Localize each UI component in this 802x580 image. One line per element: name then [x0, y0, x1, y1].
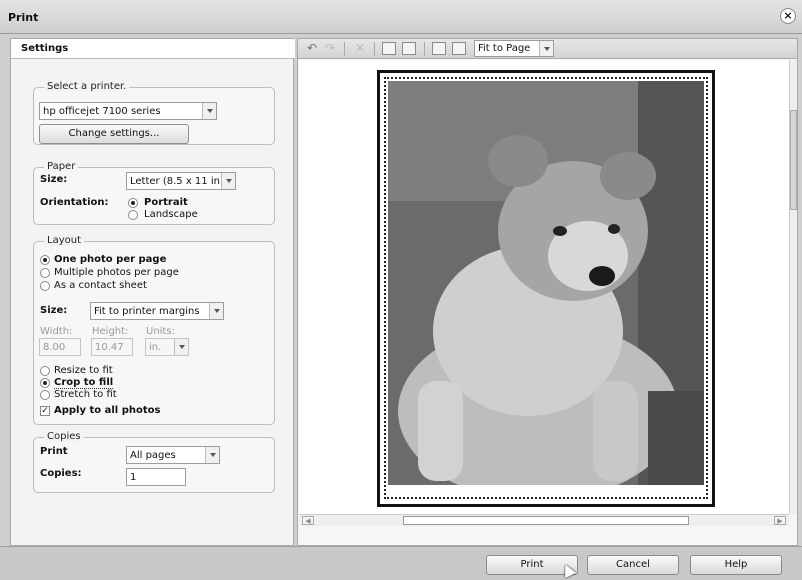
- preview-panel: ↶ ↷ ✕ Fit to Page ◀ ▶: [297, 38, 798, 546]
- layout-legend: Layout: [44, 235, 84, 246]
- chevron-down-icon[interactable]: [202, 103, 216, 119]
- apply-all-label: Apply to all photos: [54, 405, 161, 416]
- zoom-value: Fit to Page: [478, 43, 531, 54]
- units-select[interactable]: in.: [145, 338, 189, 356]
- chevron-down-icon[interactable]: [174, 339, 188, 355]
- width-value: 8.00: [43, 342, 66, 353]
- toolbar-separator: [424, 42, 425, 56]
- paper-size-value: Letter (8.5 x 11 in.): [130, 176, 228, 187]
- height-input[interactable]: 10.47: [91, 338, 133, 356]
- window-title: Print: [8, 11, 39, 24]
- contact-sheet-label: As a contact sheet: [54, 280, 147, 291]
- page-preview: [377, 70, 715, 507]
- one-per-page-label: One photo per page: [54, 254, 167, 265]
- layout-size-select[interactable]: Fit to printer margins: [90, 302, 224, 320]
- one-per-page-radio[interactable]: [40, 255, 50, 265]
- copies-input[interactable]: 1: [126, 468, 186, 486]
- paper-size-label: Size:: [40, 174, 68, 185]
- print-range-select[interactable]: All pages: [126, 446, 220, 464]
- chevron-down-icon[interactable]: [209, 303, 223, 319]
- printable-area: [384, 77, 708, 499]
- layout-group: Layout One photo per page Multiple photo…: [33, 235, 275, 425]
- chevron-down-icon[interactable]: [205, 447, 219, 463]
- dog-photo-image: [388, 81, 704, 485]
- vertical-scrollbar[interactable]: [789, 60, 797, 514]
- units-value: in.: [149, 342, 162, 353]
- preview-toolbar: ↶ ↷ ✕ Fit to Page: [298, 39, 797, 59]
- help-button[interactable]: Help: [690, 555, 782, 575]
- units-label: Units:: [146, 326, 175, 337]
- dog-photo: [388, 81, 704, 485]
- width-label: Width:: [40, 326, 73, 337]
- close-button[interactable]: ×: [780, 8, 796, 24]
- copies-legend: Copies: [44, 431, 84, 442]
- toolbar-separator: [344, 42, 345, 56]
- stretch-radio[interactable]: [40, 390, 50, 400]
- title-bar: Print ×: [0, 0, 802, 34]
- printer-select-value: hp officejet 7100 series: [43, 106, 161, 117]
- layout-size-label: Size:: [40, 305, 68, 316]
- portrait-label: Portrait: [144, 197, 188, 208]
- horizontal-scroll-thumb[interactable]: [403, 516, 689, 525]
- landscape-radio[interactable]: [128, 210, 138, 220]
- horizontal-scrollbar[interactable]: ◀ ▶: [299, 514, 789, 526]
- paper-group: Paper Size: Letter (8.5 x 11 in.) Orient…: [33, 161, 275, 225]
- rotate-left-icon[interactable]: ↶: [304, 41, 320, 56]
- zoom-in-icon[interactable]: [382, 42, 396, 55]
- chevron-down-icon[interactable]: [221, 173, 235, 189]
- scroll-left-icon[interactable]: ◀: [302, 516, 314, 525]
- landscape-label: Landscape: [144, 209, 198, 220]
- copies-label: Copies:: [40, 468, 82, 479]
- printer-legend: Select a printer.: [44, 81, 130, 92]
- zoom-out-icon[interactable]: [402, 42, 416, 55]
- resize-radio[interactable]: [40, 366, 50, 376]
- cancel-button[interactable]: Cancel: [587, 555, 679, 575]
- apply-all-checkbox[interactable]: ✓: [40, 406, 50, 416]
- change-settings-button[interactable]: Change settings...: [39, 124, 189, 144]
- zoom-select[interactable]: Fit to Page: [474, 40, 554, 57]
- crop-label: Crop to fill: [54, 377, 114, 389]
- contact-sheet-radio[interactable]: [40, 281, 50, 291]
- settings-tab[interactable]: Settings: [11, 39, 295, 59]
- copies-value: 1: [130, 472, 137, 483]
- dialog-footer: Print Cancel Help: [0, 546, 802, 580]
- resize-label: Resize to fit: [54, 365, 113, 376]
- scroll-right-icon[interactable]: ▶: [774, 516, 786, 525]
- print-range-label: Print: [40, 446, 68, 457]
- multiple-label: Multiple photos per page: [54, 267, 179, 278]
- height-value: 10.47: [95, 342, 124, 353]
- paper-legend: Paper: [44, 161, 79, 172]
- multiple-radio[interactable]: [40, 268, 50, 278]
- stretch-label: Stretch to fit: [54, 389, 117, 400]
- single-page-icon[interactable]: [432, 42, 446, 55]
- portrait-radio[interactable]: [128, 198, 138, 208]
- vertical-scroll-thumb[interactable]: [790, 110, 797, 210]
- width-input[interactable]: 8.00: [39, 338, 81, 356]
- copies-group: Copies Print All pages Copies: 1: [33, 431, 275, 493]
- height-label: Height:: [92, 326, 129, 337]
- chevron-down-icon[interactable]: [539, 41, 553, 56]
- preview-canvas: [299, 60, 790, 514]
- settings-tab-label: Settings: [21, 43, 69, 54]
- crop-radio[interactable]: [40, 378, 50, 388]
- toolbar-separator: [374, 42, 375, 56]
- layout-size-value: Fit to printer margins: [94, 306, 200, 317]
- printer-select[interactable]: hp officejet 7100 series: [39, 102, 217, 120]
- print-range-value: All pages: [130, 450, 176, 461]
- orientation-label: Orientation:: [40, 197, 109, 208]
- dialog-body: Settings Select a printer. hp officejet …: [0, 34, 802, 546]
- paper-size-select[interactable]: Letter (8.5 x 11 in.): [126, 172, 236, 190]
- settings-panel: Settings Select a printer. hp officejet …: [10, 38, 295, 546]
- printer-group: Select a printer. hp officejet 7100 seri…: [33, 81, 275, 145]
- multi-page-icon[interactable]: [452, 42, 466, 55]
- delete-icon[interactable]: ✕: [352, 41, 368, 56]
- rotate-right-icon[interactable]: ↷: [322, 41, 338, 56]
